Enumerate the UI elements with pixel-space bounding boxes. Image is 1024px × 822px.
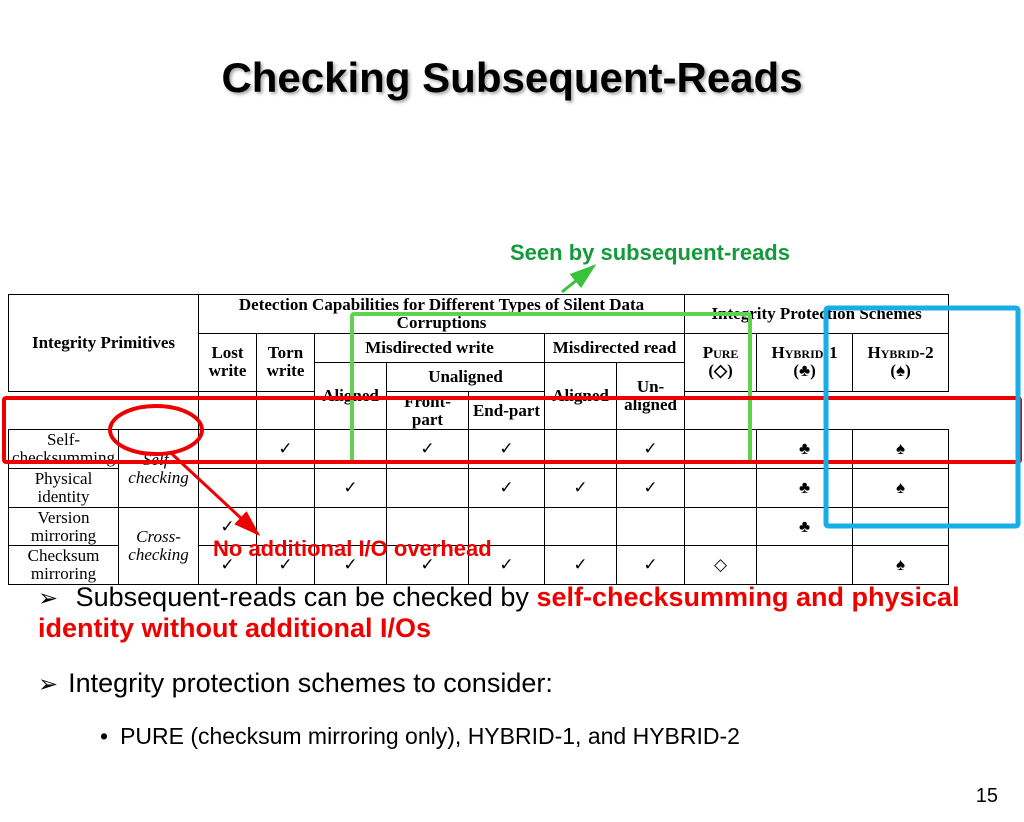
hdr-unaligned-r: Un-aligned [617, 362, 685, 430]
hdr-unaligned-w: Unaligned [387, 362, 545, 391]
row-name: Physical identity [9, 469, 119, 508]
hdr-pure: Pure(◇) [685, 333, 757, 391]
cell: ◇ [685, 546, 757, 585]
integrity-table: Integrity Primitives Detection Capabilit… [8, 294, 1020, 585]
page-number: 15 [976, 785, 998, 808]
hdr-torn: Torn write [257, 333, 315, 391]
cell [685, 430, 757, 469]
hdr-aligned-r: Aligned [545, 362, 617, 430]
annotation-seen-by: Seen by subsequent-reads [510, 240, 790, 266]
cell [315, 430, 387, 469]
cell: ♣ [757, 469, 853, 508]
cell: ✓ [617, 469, 685, 508]
cell: ✓ [257, 430, 315, 469]
cell [387, 469, 469, 508]
cell [685, 469, 757, 508]
row-name: Checksum mirroring [9, 546, 119, 585]
bullet-2-sub: PURE (checksum mirroring only), HYBRID-1… [100, 723, 988, 750]
bullet-1: Subsequent-reads can be checked by self-… [38, 582, 988, 644]
cell: ✓ [617, 430, 685, 469]
row-name: Self-checksumming [9, 430, 119, 469]
cell [545, 430, 617, 469]
cell [685, 507, 757, 546]
cell: ✓ [545, 546, 617, 585]
cell: ♠ [853, 430, 949, 469]
hdr-front: Front-part [387, 391, 469, 430]
bullet-list: Subsequent-reads can be checked by self-… [38, 582, 988, 750]
hdr-schemes: Integrity Protection Schemes [685, 295, 949, 334]
hdr-aligned-w: Aligned [315, 362, 387, 430]
hdr-lost: Lost write [199, 333, 257, 391]
cell: ✓ [617, 546, 685, 585]
table-container: Integrity Primitives Detection Capabilit… [8, 294, 1020, 585]
cell [853, 507, 949, 546]
cell [757, 546, 853, 585]
cell: ♣ [757, 507, 853, 546]
annotation-no-overhead: No additional I/O overhead [213, 536, 492, 562]
row-group-cross: Cross-checking [119, 507, 199, 584]
row-group-self: Self-checking [119, 430, 199, 507]
hdr-end: End-part [469, 391, 545, 430]
slide: Checking Subsequent-Reads Seen by subseq… [0, 54, 1024, 822]
hdr-hybrid1: Hybrid-1(♣) [757, 333, 853, 391]
cell: ✓ [315, 469, 387, 508]
table-row: Version mirroring Cross-checking ✓ ♣ [9, 507, 1021, 546]
table-header-row: Integrity Primitives Detection Capabilit… [9, 295, 1021, 334]
hdr-misdir-w: Misdirected write [315, 333, 545, 362]
arrow-green [562, 266, 594, 292]
table-row: Self-checksumming Self-checking ✓ ✓ ✓ ✓ … [9, 430, 1021, 469]
hdr-detection: Detection Capabilities for Different Typ… [199, 295, 685, 334]
cell [199, 469, 257, 508]
row-name: Version mirroring [9, 507, 119, 546]
hdr-misdir-r: Misdirected read [545, 333, 685, 362]
cell [545, 507, 617, 546]
cell: ✓ [387, 430, 469, 469]
cell [617, 507, 685, 546]
cell: ♠ [853, 469, 949, 508]
slide-title: Checking Subsequent-Reads [0, 54, 1024, 102]
cell: ♠ [853, 546, 949, 585]
cell [257, 469, 315, 508]
hdr-hybrid2: Hybrid-2(♠) [853, 333, 949, 391]
bullet-2: Integrity protection schemes to consider… [38, 668, 988, 699]
cell: ♣ [757, 430, 853, 469]
cell [199, 430, 257, 469]
hdr-primitives: Integrity Primitives [9, 295, 199, 392]
cell: ✓ [469, 430, 545, 469]
cell: ✓ [545, 469, 617, 508]
cell: ✓ [469, 469, 545, 508]
table-header-row: Front-part End-part [9, 391, 1021, 430]
